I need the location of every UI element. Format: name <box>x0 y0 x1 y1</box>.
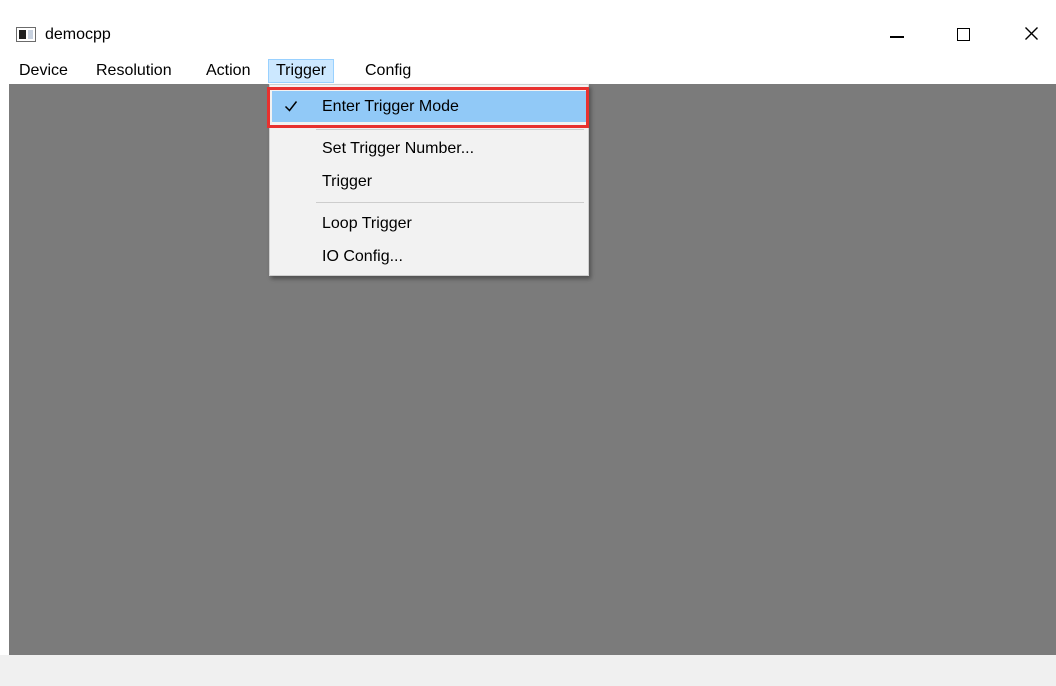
menu-separator <box>316 202 584 203</box>
menu-item-label: Loop Trigger <box>322 215 412 232</box>
window-title: democpp <box>45 26 111 43</box>
title-bar: democpp <box>0 0 1056 58</box>
menu-item-io-config[interactable]: IO Config... <box>272 241 586 272</box>
menu-item-label: Enter Trigger Mode <box>322 98 459 115</box>
menu-item-enter-trigger-mode[interactable]: Enter Trigger Mode <box>267 87 589 128</box>
menu-item-label: Trigger <box>322 173 373 190</box>
menu-trigger[interactable]: Trigger <box>268 59 335 83</box>
close-icon[interactable] <box>1008 18 1054 50</box>
menu-item-label: IO Config... <box>322 248 403 265</box>
menu-config[interactable]: Config <box>358 59 418 83</box>
menu-item-set-trigger-number[interactable]: Set Trigger Number... <box>272 133 586 164</box>
menu-bar: Device Resolution Action Trigger Config <box>0 58 1056 84</box>
minimize-icon[interactable] <box>874 18 920 50</box>
menu-resolution[interactable]: Resolution <box>89 59 179 83</box>
menu-item-loop-trigger[interactable]: Loop Trigger <box>272 208 586 239</box>
menu-action[interactable]: Action <box>199 59 257 83</box>
menu-item-label: Set Trigger Number... <box>322 140 475 157</box>
trigger-dropdown-menu: Enter Trigger Mode Set Trigger Number...… <box>267 84 589 276</box>
menu-device[interactable]: Device <box>12 59 75 83</box>
status-bar <box>0 655 1056 686</box>
app-icon <box>16 27 36 42</box>
maximize-icon[interactable] <box>940 18 986 50</box>
menu-item-trigger[interactable]: Trigger <box>272 166 586 197</box>
menu-separator <box>316 129 584 130</box>
checkmark-icon <box>284 101 298 112</box>
